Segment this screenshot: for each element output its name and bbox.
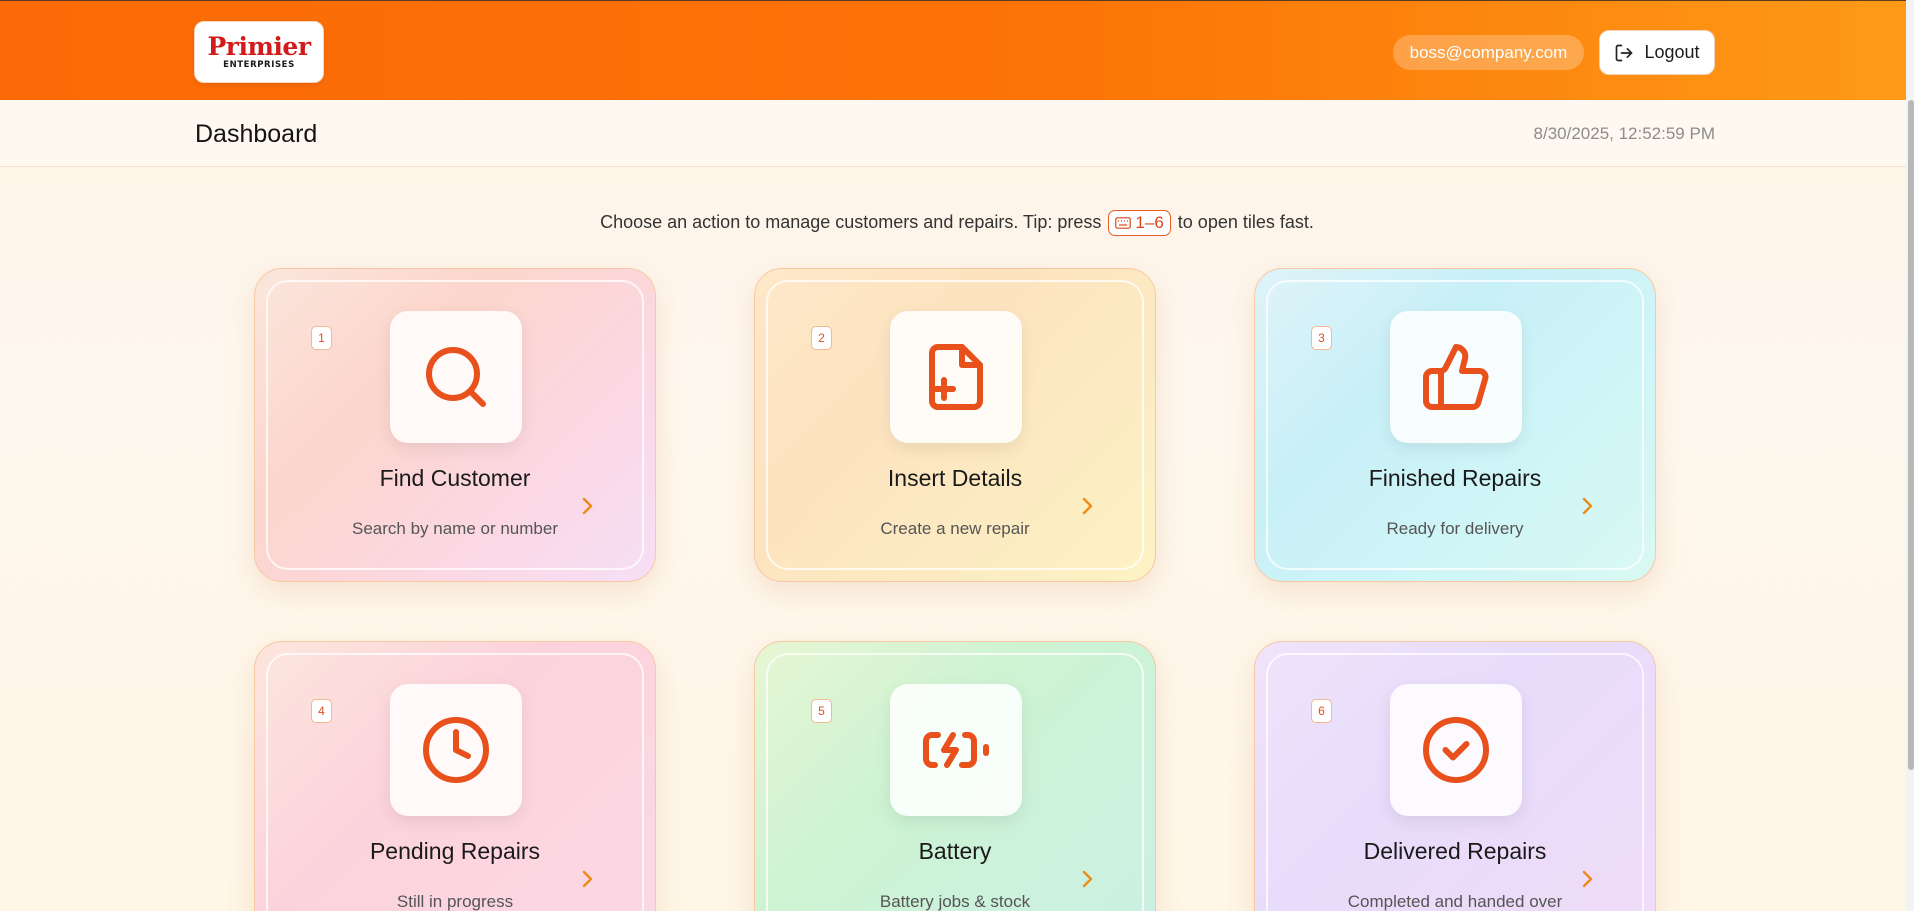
vertical-scrollbar[interactable] bbox=[1906, 0, 1914, 911]
page-title: Dashboard bbox=[195, 120, 318, 148]
tile-pending-repairs[interactable]: 4 Pending Repairs Still in progress bbox=[254, 641, 656, 911]
thumbs-up-icon bbox=[1423, 344, 1489, 410]
sub-header: Dashboard 8/30/2025, 12:52:59 PM bbox=[0, 100, 1914, 167]
current-datetime: 8/30/2025, 12:52:59 PM bbox=[1533, 124, 1715, 143]
tile-number-badge: 1 bbox=[311, 326, 332, 350]
tile-delivered-repairs[interactable]: 6 Delivered Repairs Completed and handed… bbox=[1254, 641, 1656, 911]
tile-number-badge: 2 bbox=[811, 326, 832, 350]
chevron-right-icon bbox=[1082, 870, 1093, 888]
chevron-right-icon bbox=[1582, 497, 1593, 515]
keyboard-icon bbox=[1115, 217, 1132, 229]
tile-subtitle: Completed and handed over bbox=[1347, 892, 1563, 911]
chevron-right-icon bbox=[1082, 497, 1093, 515]
tile-icon-box bbox=[390, 684, 522, 816]
tile-subtitle: Battery jobs & stock bbox=[879, 892, 1031, 911]
logout-button[interactable]: Logout bbox=[1599, 30, 1715, 75]
tile-number-badge: 4 bbox=[311, 699, 332, 723]
tile-subtitle: Create a new repair bbox=[880, 519, 1030, 538]
tile-title: Finished Repairs bbox=[1368, 465, 1542, 491]
chevron-right-icon bbox=[582, 497, 593, 515]
tip-text-after: to open tiles fast. bbox=[1177, 211, 1314, 232]
logout-label: Logout bbox=[1644, 42, 1700, 62]
tile-title: Pending Repairs bbox=[369, 838, 541, 864]
tile-number-badge: 5 bbox=[811, 699, 832, 723]
tile-title: Battery bbox=[918, 838, 992, 864]
tile-icon-box bbox=[390, 311, 522, 443]
tile-number-badge: 3 bbox=[1311, 326, 1332, 350]
scrollbar-thumb[interactable] bbox=[1908, 100, 1914, 770]
chevron-right-icon bbox=[582, 870, 593, 888]
tile-battery[interactable]: 5 Battery Battery jobs & stock bbox=[754, 641, 1156, 911]
brand-logo[interactable]: Primier ENTERPRISES bbox=[194, 21, 324, 83]
tile-find-customer[interactable]: 1 Find Customer Search by name or number bbox=[254, 268, 656, 582]
tile-title: Delivered Repairs bbox=[1363, 838, 1547, 864]
keyboard-shortcut-badge: 1–6 bbox=[1108, 210, 1171, 236]
logo-sub-text: ENTERPRISES bbox=[223, 60, 295, 70]
tile-icon-box bbox=[890, 684, 1022, 816]
tip-text: Choose an action to manage customers and… bbox=[0, 210, 1914, 236]
top-bar: Primier ENTERPRISES boss@company.com Log… bbox=[0, 0, 1914, 100]
tile-icon-box bbox=[1390, 684, 1522, 816]
file-plus-icon bbox=[929, 344, 983, 410]
user-email-chip: boss@company.com bbox=[1393, 35, 1584, 70]
search-icon bbox=[426, 347, 486, 407]
tile-subtitle: Ready for delivery bbox=[1386, 519, 1524, 538]
check-circle-icon bbox=[1423, 717, 1489, 783]
tile-subtitle: Search by name or number bbox=[352, 519, 558, 538]
tile-icon-box bbox=[890, 311, 1022, 443]
chevron-right-icon bbox=[1582, 870, 1593, 888]
tip-text-before: Choose an action to manage customers and… bbox=[600, 211, 1102, 232]
clock-icon bbox=[423, 717, 489, 783]
logo-main-text: Primier bbox=[207, 32, 312, 61]
tile-number-badge: 6 bbox=[1311, 699, 1332, 723]
tile-insert-details[interactable]: 2 Insert Details Create a new repair bbox=[754, 268, 1156, 582]
tile-title: Insert Details bbox=[887, 465, 1023, 491]
tile-title: Find Customer bbox=[379, 465, 531, 491]
logout-icon bbox=[1616, 44, 1633, 61]
battery-charging-icon bbox=[923, 732, 989, 768]
tile-finished-repairs[interactable]: 3 Finished Repairs Ready for delivery bbox=[1254, 268, 1656, 582]
tile-icon-box bbox=[1390, 311, 1522, 443]
tile-subtitle: Still in progress bbox=[396, 892, 514, 911]
shortcut-keys: 1–6 bbox=[1135, 213, 1164, 232]
